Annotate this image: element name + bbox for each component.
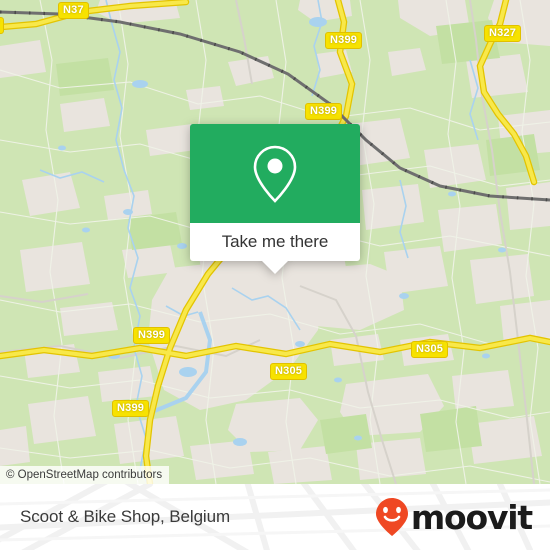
road-shield-n37[interactable]: N37 — [58, 2, 89, 19]
footer-bar: Scoot & Bike Shop, Belgium moovit — [0, 484, 550, 550]
road-shield-n399-upper[interactable]: N399 — [305, 103, 343, 120]
place-name-label: Scoot & Bike Shop, Belgium — [20, 507, 231, 526]
map-pin-icon — [253, 145, 297, 203]
road-shield-n305-center[interactable]: N305 — [270, 363, 308, 380]
moovit-wordmark: moovit — [410, 497, 533, 537]
take-me-there-button[interactable]: Take me there — [190, 223, 360, 261]
popup-pointer — [261, 260, 289, 274]
road-shield-n37-clipped[interactable]: 7 — [0, 17, 5, 34]
moovit-map-screen: N37 7 N399 N327 N399 N399 N305 N305 N399… — [0, 0, 550, 550]
location-popup-card[interactable]: Take me there — [190, 124, 360, 274]
take-me-there-label: Take me there — [221, 232, 329, 251]
road-shield-n399-top[interactable]: N399 — [325, 32, 363, 49]
moovit-logo[interactable]: moovit — [374, 484, 533, 550]
road-shield-n327[interactable]: N327 — [484, 25, 522, 42]
map-attribution[interactable]: © OpenStreetMap contributors — [0, 466, 170, 484]
road-shield-n399-lower[interactable]: N399 — [112, 400, 150, 417]
road-shield-n399-mid[interactable]: N399 — [133, 327, 171, 344]
moovit-smiley-pin-icon — [375, 498, 408, 536]
popup-icon-panel — [190, 124, 360, 223]
map-canvas[interactable]: N37 7 N399 N327 N399 N399 N305 N305 N399… — [0, 0, 550, 484]
road-shield-n305-right[interactable]: N305 — [411, 341, 449, 358]
